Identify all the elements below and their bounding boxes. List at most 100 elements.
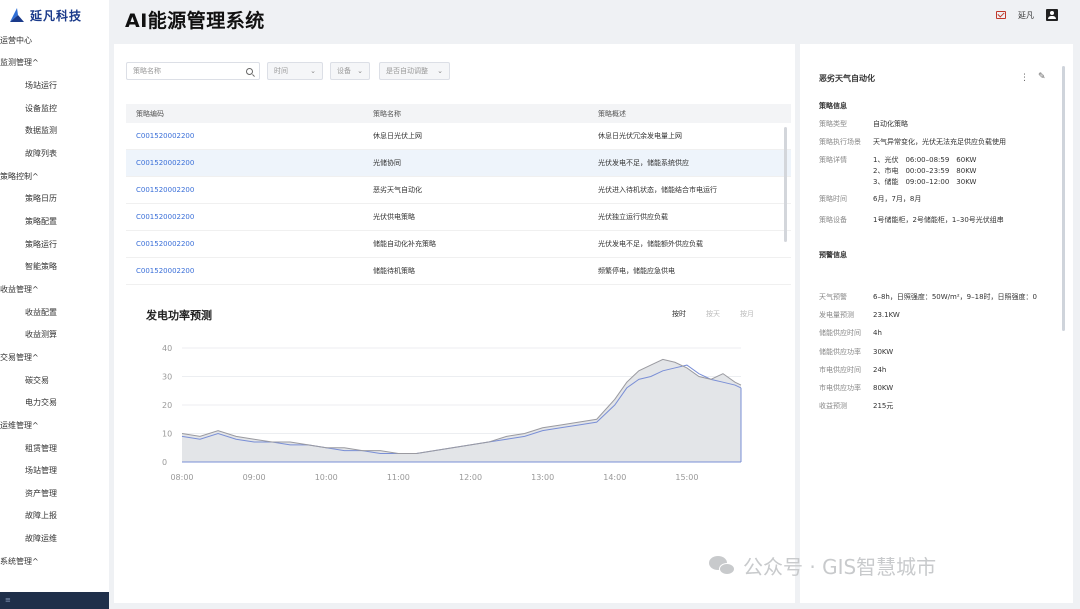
more-icon[interactable]: ⋮ xyxy=(1020,73,1029,83)
sidebar-item-2[interactable]: 场站运行 xyxy=(0,76,109,96)
sidebar-item-15[interactable]: 碳交易 xyxy=(0,370,109,390)
user-name[interactable]: 延凡 xyxy=(1018,10,1034,21)
chevron-up-icon[interactable]: ^ xyxy=(32,285,39,294)
sidebar: 延凡科技 运营中心 监测管理 ^ 场站运行 设备监控 数据监测 故障列表 策略控制 ^ 策略日历策… xyxy=(0,0,109,609)
warning-section-title: 预警信息 xyxy=(819,251,847,259)
x-tick-label: 09:00 xyxy=(243,473,266,482)
sidebar-item-6[interactable]: 策略控制 ^ xyxy=(0,166,109,186)
policy-value-line: 1号储能柜，2号储能柜，1–30号光伏组串 xyxy=(873,216,1004,224)
sidebar-item-label: 智能策略 xyxy=(25,262,57,272)
x-tick-label: 08:00 xyxy=(170,473,193,482)
brand-name: 延凡科技 xyxy=(30,8,83,23)
policy-section-title: 策略信息 xyxy=(819,102,847,110)
sidebar-item-20[interactable]: 资产管理 xyxy=(0,483,109,503)
warning-field-value: 4h xyxy=(873,329,882,338)
sidebar-item-11[interactable]: 收益管理 ^ xyxy=(0,279,109,299)
sidebar-item-22[interactable]: 故障运维 xyxy=(0,528,109,548)
sidebar-item-5[interactable]: 故障列表 xyxy=(0,143,109,163)
chevron-up-icon[interactable]: ^ xyxy=(32,557,39,566)
chevron-up-icon[interactable]: ^ xyxy=(32,421,39,430)
sidebar-item-label: 故障上报 xyxy=(25,511,57,521)
warning-field-key: 市电供应功率 xyxy=(819,384,861,392)
sidebar-item-label: 碳交易 xyxy=(25,375,49,385)
policy-field: 策略时间 6月，7月，8月 xyxy=(819,194,921,205)
sidebar-item-13[interactable]: 收益测算 xyxy=(0,325,109,345)
chevron-up-icon[interactable]: ^ xyxy=(32,353,39,362)
policy-value-line: 自动化策略 xyxy=(873,120,908,128)
policy-field-value: 自动化策略 xyxy=(873,119,908,130)
warning-field-value: 6–8h，日照强度：50W/m²，9–18时，日照强度：0 xyxy=(873,293,1037,301)
warning-field-key: 储能供应功率 xyxy=(819,347,861,356)
sidebar-item-23[interactable]: 系统管理 ^ xyxy=(0,551,109,571)
warning-field-value: 215元 xyxy=(873,402,894,411)
chevron-up-icon[interactable]: ^ xyxy=(32,58,39,67)
sidebar-item-label: 系统管理 xyxy=(0,556,32,566)
sidebar-item-14[interactable]: 交易管理 ^ xyxy=(0,347,109,367)
sidebar-item-label: 租赁管理 xyxy=(25,443,57,453)
sidebar-item-label: 故障运维 xyxy=(25,533,57,543)
x-tick-label: 13:00 xyxy=(531,473,554,482)
sidebar-item-label: 策略日历 xyxy=(25,194,57,204)
warning-field: 储能供应时间 4h xyxy=(819,328,882,339)
warning-field: 天气预警 6–8h，日照强度：50W/m²，9–18时，日照强度：0 xyxy=(819,292,1037,303)
policy-field-key: 策略时间 xyxy=(819,195,847,203)
warning-field-key: 市电供应时间 xyxy=(819,365,861,374)
collapse-icon[interactable]: ≡ xyxy=(5,596,13,604)
policy-field-key: 策略类型 xyxy=(819,120,847,128)
warning-field: 收益预测 215元 xyxy=(819,401,893,412)
sidebar-item-1[interactable]: 监测管理 ^ xyxy=(0,53,109,73)
sidebar-item-label: 收益配置 xyxy=(25,307,57,317)
sidebar-item-label: 策略控制 xyxy=(0,171,32,181)
policy-field: 策略执行场景 天气异常变化，光伏无法充足供应负载使用 xyxy=(819,137,1006,148)
sidebar-item-label: 电力交易 xyxy=(25,398,57,408)
chevron-up-icon[interactable]: ^ xyxy=(32,172,39,181)
user-avatar-icon[interactable] xyxy=(1046,9,1058,21)
sidebar-item-label: 收益测算 xyxy=(25,330,57,340)
warning-field-key: 天气预警 xyxy=(819,293,847,301)
y-tick-label: 40 xyxy=(162,344,172,353)
sidebar-item-9[interactable]: 策略运行 xyxy=(0,234,109,254)
sidebar-item-12[interactable]: 收益配置 xyxy=(0,302,109,322)
sidebar-item-label: 资产管理 xyxy=(25,488,57,498)
x-tick-label: 14:00 xyxy=(603,473,626,482)
policy-value-line: 天气异常变化，光伏无法充足供应负载使用 xyxy=(873,138,1006,146)
x-tick-label: 10:00 xyxy=(315,473,338,482)
sidebar-item-0[interactable]: 运营中心 xyxy=(0,30,109,50)
warning-field: 发电量预测 23.1KW xyxy=(819,310,900,321)
warning-field-value: 23.1KW xyxy=(873,311,900,320)
sidebar-item-10[interactable]: 智能策略 xyxy=(0,257,109,277)
sidebar-item-3[interactable]: 设备监控 xyxy=(0,98,109,118)
y-tick-label: 10 xyxy=(162,430,172,439)
edit-icon[interactable]: ✎ xyxy=(1038,72,1046,82)
power-forecast-chart: 0 10 20 30 40 08:00 09:00 10:00 11:00 12:00 13:00 1… xyxy=(162,344,742,482)
sidebar-item-label: 策略运行 xyxy=(25,239,57,249)
sidebar-item-label: 监测管理 xyxy=(0,58,32,68)
sidebar-item-4[interactable]: 数据监测 xyxy=(0,121,109,141)
sidebar-item-16[interactable]: 电力交易 xyxy=(0,393,109,413)
sidebar-item-21[interactable]: 故障上报 xyxy=(0,506,109,526)
detail-scrollbar[interactable] xyxy=(1062,66,1065,331)
x-tick-label: 11:00 xyxy=(387,473,410,482)
policy-field-value: 6月，7月，8月 xyxy=(873,194,921,205)
sidebar-item-18[interactable]: 租赁管理 xyxy=(0,438,109,458)
policy-field: 策略设备 1号储能柜，2号储能柜，1–30号光伏组串 xyxy=(819,215,1004,226)
sidebar-item-7[interactable]: 策略日历 xyxy=(0,189,109,209)
sidebar-item-19[interactable]: 场站管理 xyxy=(0,461,109,481)
mail-icon[interactable] xyxy=(996,11,1006,19)
wechat-icon xyxy=(709,554,737,578)
warning-field-key: 储能供应时间 xyxy=(819,329,861,338)
sidebar-item-label: 场站运行 xyxy=(25,81,57,91)
sidebar-item-17[interactable]: 运维管理 ^ xyxy=(0,415,109,435)
watermark: 公众号 · GIS智慧城市 xyxy=(709,551,936,580)
sidebar-item-label: 故障列表 xyxy=(25,148,57,158)
warning-field: 储能供应功率 30KW xyxy=(819,347,893,358)
sidebar-item-label: 数据监测 xyxy=(25,126,57,136)
warning-field-value: 80KW xyxy=(873,384,894,392)
watermark-text: 公众号 · GIS智慧城市 xyxy=(743,555,937,579)
warning-field-key: 发电量预测 xyxy=(819,311,854,320)
detail-panel: 恶劣天气自动化 ⋮ ✎ 策略信息 策略类型 自动化策略 策略执行场景 天气异常变化，光… xyxy=(800,44,1073,603)
sidebar-item-8[interactable]: 策略配置 xyxy=(0,211,109,231)
y-tick-label: 0 xyxy=(162,458,167,467)
warning-field-value: 24h xyxy=(873,365,887,374)
sidebar-footer[interactable]: ≡ xyxy=(0,592,109,609)
